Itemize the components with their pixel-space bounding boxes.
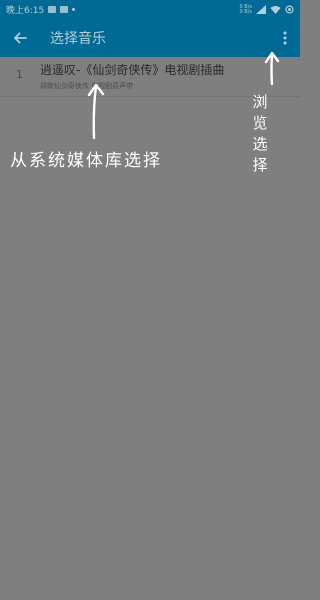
app-toolbar: 选择音乐: [0, 19, 300, 57]
wifi-icon: [270, 6, 281, 14]
annotation-browse-select: 浏览选择: [252, 93, 268, 174]
image-icon: [48, 6, 57, 13]
signal-icon: [256, 5, 266, 14]
battery-icon: [285, 5, 294, 14]
page-title: 选择音乐: [50, 31, 106, 47]
back-button[interactable]: [0, 19, 40, 57]
song-list-item[interactable]: 1 逍遥叹-《仙剑奇侠传》电视剧插曲 胡歌仙剑奇侠传 电视剧原声带: [0, 57, 300, 97]
net-speed: 0 B/s 0 B/s: [239, 3, 253, 15]
status-time: 晚上6:15: [6, 6, 45, 16]
dot-icon: [72, 8, 76, 11]
arrow-up-icon: [87, 83, 105, 140]
annotation-media-library: 从系统媒体库选择: [10, 151, 162, 171]
arrow-left-icon: [14, 32, 27, 44]
song-index: 1: [16, 68, 23, 81]
arrow-up-icon: [264, 51, 280, 86]
more-vertical-icon: [283, 31, 287, 45]
song-title: 逍遥叹-《仙剑奇侠传》电视剧插曲: [40, 63, 225, 77]
app-notification-icon: [60, 6, 69, 13]
status-bar: 晚上6:15 0 B/s 0 B/s: [0, 0, 300, 19]
